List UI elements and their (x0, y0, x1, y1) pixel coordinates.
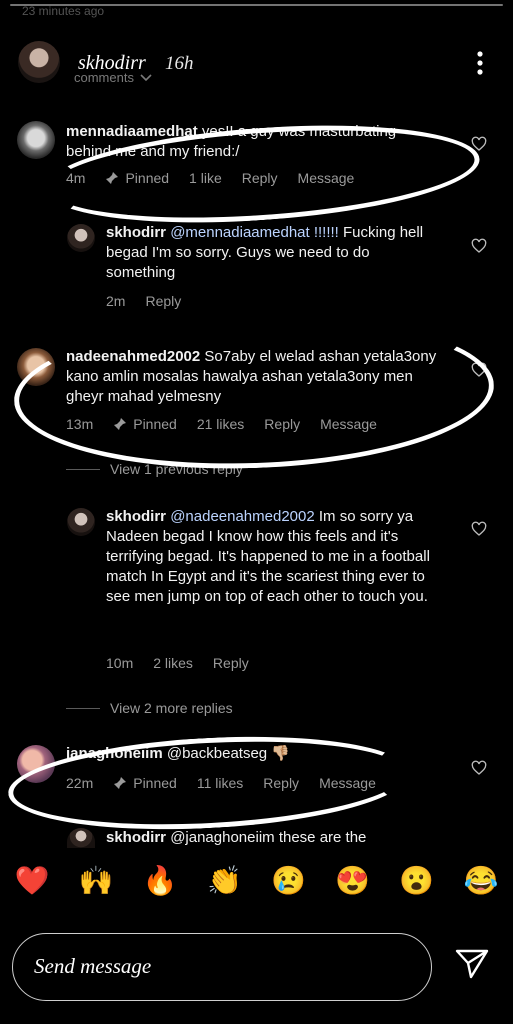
heart-outline-icon[interactable] (471, 238, 487, 254)
avatar[interactable] (67, 224, 95, 252)
comment-body: mennadiaamedhat yes!! a guy was masturba… (66, 122, 436, 162)
emoji-raised-hands[interactable]: 🙌 (79, 864, 114, 897)
comment-meta: 10m 2 likes Reply (106, 655, 249, 671)
pinned-text: Pinned (125, 170, 170, 186)
emoji-fire[interactable]: 🔥 (143, 864, 178, 897)
reply-button[interactable]: Reply (264, 416, 300, 432)
comment-time: 4m (66, 170, 86, 186)
story-age: 23 minutes ago (22, 4, 105, 18)
pinned-label: Pinned (105, 170, 169, 186)
likes-count[interactable]: 1 like (189, 170, 222, 186)
message-button[interactable]: Message (319, 775, 376, 791)
comment-body: janaghoneiim @backbeatseg 👎🏼 (66, 744, 436, 764)
send-message-placeholder: Send message (34, 954, 152, 978)
emoji-clap[interactable]: 👏 (207, 864, 242, 897)
divider (66, 707, 100, 709)
heart-outline-icon[interactable] (471, 521, 487, 537)
chevron-down-icon (140, 73, 152, 81)
pin-icon (106, 172, 119, 184)
comments-label: comments (74, 70, 134, 85)
comment-body: skhodirr @nadeenahmed2002 Im so sorry ya… (106, 507, 436, 607)
view-previous-label: View 1 previous reply (110, 461, 243, 477)
likes-count[interactable]: 11 likes (197, 775, 243, 791)
reply-button[interactable]: Reply (242, 170, 278, 186)
comment-username[interactable]: skhodirr (106, 224, 166, 241)
heart-outline-icon[interactable] (471, 136, 487, 152)
comment-text: these are the (278, 829, 367, 846)
avatar[interactable] (17, 745, 55, 783)
comment-body: nadeenahmed2002 So7aby el welad ashan ye… (66, 347, 446, 407)
comment-time: 13m (66, 416, 94, 432)
pinned-label: Pinned (113, 416, 177, 432)
comment-emoji: 👎🏼 (271, 745, 291, 762)
story-posted-time: 16h (165, 53, 194, 74)
avatar[interactable] (67, 508, 95, 536)
comment-username[interactable]: mennadiaamedhat (66, 123, 198, 140)
comment-username[interactable]: janaghoneiim (66, 745, 163, 762)
reply-button[interactable]: Reply (213, 655, 249, 671)
emoji-crying[interactable]: 😢 (271, 864, 306, 897)
emoji-reaction-bar: ❤️ 🙌 🔥 👏 😢 😍 😮 😂 (0, 848, 513, 912)
reply-button[interactable]: Reply (263, 775, 299, 791)
divider (66, 468, 100, 470)
comment-body: skhodirr @mennadiaamedhat !!!!!! Fucking… (106, 223, 436, 283)
emoji-heart[interactable]: ❤️ (15, 864, 50, 897)
message-button[interactable]: Message (298, 170, 355, 186)
emoji-surprised[interactable]: 😮 (399, 864, 434, 897)
pinned-text: Pinned (133, 416, 177, 432)
more-options-icon[interactable] (468, 48, 492, 78)
pin-icon (114, 418, 127, 430)
comment-mention[interactable]: @nadeenahmed2002 (170, 508, 315, 525)
send-icon[interactable] (455, 949, 489, 979)
comment-body: skhodirr @janaghoneiim these are the (106, 828, 436, 847)
avatar[interactable] (17, 121, 55, 159)
comment-username[interactable]: skhodirr (106, 829, 166, 846)
comment-mention[interactable]: @janaghoneiim (170, 829, 274, 846)
comment-meta: 2m Reply (106, 293, 181, 309)
heart-outline-icon[interactable] (471, 760, 487, 776)
pinned-text: Pinned (133, 775, 177, 791)
comment-username[interactable]: nadeenahmed2002 (66, 348, 200, 365)
comment-meta: 22m Pinned 11 likes Reply Message (66, 775, 376, 791)
heart-outline-icon[interactable] (471, 362, 487, 378)
comments-header[interactable]: comments (74, 70, 152, 85)
likes-count[interactable]: 2 likes (153, 655, 193, 671)
pinned-label: Pinned (113, 775, 177, 791)
comment-time: 10m (106, 655, 134, 671)
reply-button[interactable]: Reply (145, 293, 181, 309)
comment-time: 2m (106, 293, 126, 309)
comment-mention[interactable]: @mennadiaamedhat !!!!!! (170, 224, 339, 241)
story-avatar[interactable] (18, 41, 60, 83)
view-previous-replies[interactable]: View 1 previous reply (66, 461, 243, 477)
message-button[interactable]: Message (320, 416, 377, 432)
comment-meta: 13m Pinned 21 likes Reply Message (66, 416, 377, 432)
comment-time: 22m (66, 775, 94, 791)
likes-count[interactable]: 21 likes (197, 416, 244, 432)
comment-username[interactable]: skhodirr (106, 508, 166, 525)
avatar[interactable] (17, 348, 55, 386)
comment-meta: 4m Pinned 1 like Reply Message (66, 170, 354, 186)
avatar[interactable] (67, 828, 95, 848)
emoji-laughing[interactable]: 😂 (464, 864, 499, 897)
view-more-replies[interactable]: View 2 more replies (66, 700, 233, 716)
view-more-label: View 2 more replies (110, 700, 233, 716)
comment-mention[interactable]: @backbeatseg (167, 745, 267, 762)
pin-icon (114, 777, 127, 789)
emoji-heart-eyes[interactable]: 😍 (335, 864, 370, 897)
